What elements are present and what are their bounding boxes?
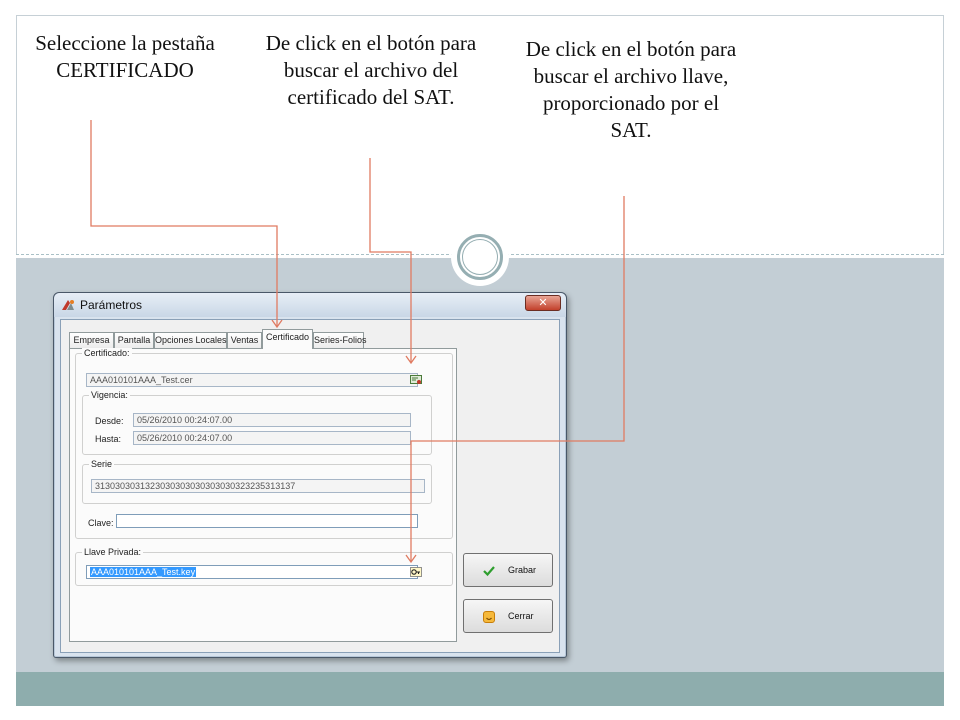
grabar-button[interactable]: Grabar (463, 553, 553, 587)
vigencia-group: Vigencia: Desde: 05/26/2010 00:24:07.00 … (82, 390, 432, 455)
key-browse-icon[interactable] (410, 567, 422, 577)
tab-certificado[interactable]: Certificado (262, 329, 313, 349)
annotation-certificate-button: De click en el botón para buscar el arch… (265, 31, 477, 109)
annotation-select-tab: Seleccione la pestaña CERTIFICADO (35, 31, 215, 82)
tab-opciones-locales[interactable]: Opciones Locales (154, 332, 227, 348)
tab-empresa[interactable]: Empresa (69, 332, 114, 348)
key-file-value: AAA010101AAA_Test.key (90, 567, 197, 577)
checkmark-icon (483, 566, 495, 577)
llave-privada-group-label: Llave Privada: (82, 547, 144, 557)
cerrar-label: Cerrar (508, 611, 534, 621)
tab-ventas[interactable]: Ventas (227, 332, 262, 348)
certificate-file-field[interactable]: AAA010101AAA_Test.cer (86, 373, 418, 387)
vigencia-group-label: Vigencia: (89, 390, 130, 400)
title-bar[interactable]: Parámetros ✕ (54, 293, 566, 317)
window-title: Parámetros (80, 298, 143, 312)
exit-icon (483, 611, 495, 623)
tab-series-folios[interactable]: Series-Folios (313, 332, 367, 348)
llave-privada-group: Llave Privada: AAA010101AAA_Test.key (75, 547, 453, 586)
ring-ornament-icon (451, 228, 509, 286)
clave-label: Clave: (88, 518, 114, 528)
cerrar-button[interactable]: Cerrar (463, 599, 553, 633)
slide-footer-bar (16, 672, 944, 706)
certificado-group: Certificado: AAA010101AAA_Test.cer Vigen… (75, 348, 453, 539)
desde-field[interactable]: 05/26/2010 00:24:07.00 (133, 413, 411, 427)
serie-field[interactable]: 3130303031323030303030303030323235313137 (91, 479, 425, 493)
certificado-group-label: Certificado: (82, 348, 132, 358)
serie-group: Serie 3130303031323030303030303030323235… (82, 459, 432, 504)
close-button[interactable]: ✕ (525, 295, 561, 311)
clave-input[interactable] (116, 514, 418, 528)
parametros-window: Parámetros ✕ Empresa Pantalla Opciones L… (53, 292, 567, 658)
hasta-label: Hasta: (95, 434, 122, 444)
key-file-field[interactable]: AAA010101AAA_Test.key (86, 565, 418, 579)
slide: Seleccione la pestaña CERTIFICADO De cli… (0, 0, 960, 720)
grabar-label: Grabar (508, 565, 537, 575)
tab-pantalla[interactable]: Pantalla (114, 332, 154, 348)
desde-label: Desde: (95, 416, 124, 426)
serie-group-label: Serie (89, 459, 115, 469)
app-icon (62, 300, 74, 310)
hasta-field[interactable]: 05/26/2010 00:24:07.00 (133, 431, 411, 445)
certificate-browse-icon[interactable] (410, 375, 422, 385)
annotation-key-button: De click en el botón para buscar el arch… (525, 37, 737, 142)
certificado-tab-panel: Certificado: AAA010101AAA_Test.cer Vigen… (69, 348, 457, 642)
window-client-area: Empresa Pantalla Opciones Locales Ventas… (60, 319, 560, 653)
